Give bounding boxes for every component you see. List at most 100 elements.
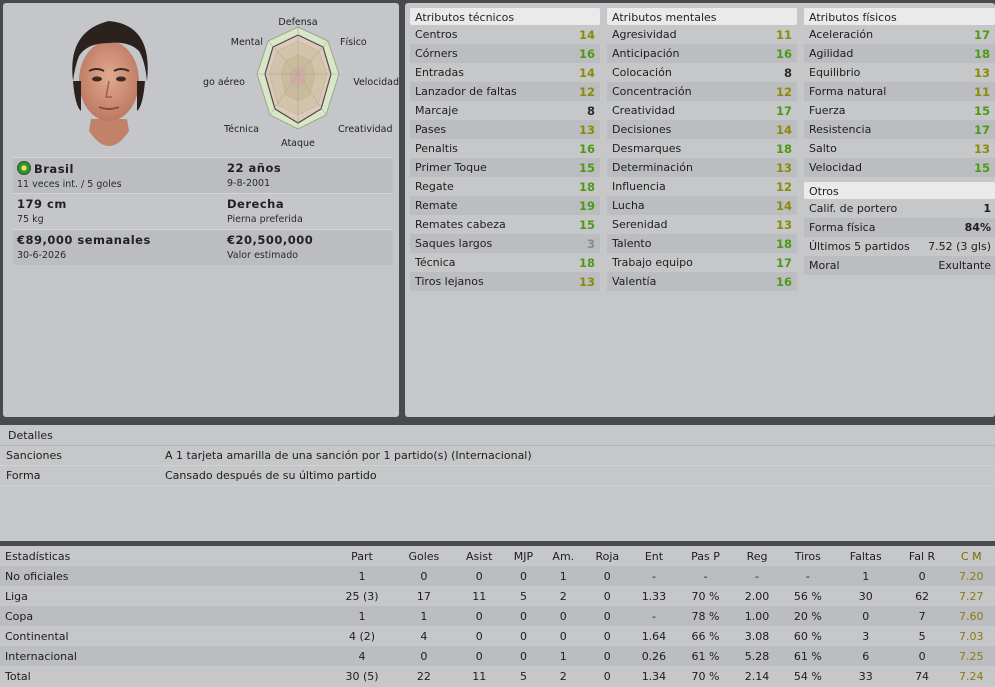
stats-cell: 33 [858, 669, 873, 683]
attribute-label: Concentración [612, 85, 692, 98]
attribute-row[interactable]: Anticipación 16 [607, 44, 797, 63]
stats-header-cell[interactable]: Asist [453, 546, 505, 566]
radar-label-mental: Mental [231, 37, 263, 48]
stats-header-cell[interactable]: Estadísticas [0, 546, 330, 566]
attribute-row[interactable]: Valentía 16 [607, 272, 797, 291]
stats-panel: Estadísticas Part Goles Asist MJP Am. Roja Ent P… [0, 546, 995, 687]
attribute-row[interactable]: Aceleración 17 [804, 25, 995, 44]
attribute-row[interactable]: Desmarques 18 [607, 139, 797, 158]
stats-header-cell[interactable]: Goles [394, 546, 454, 566]
attribute-row[interactable]: Primer Toque 15 [410, 158, 600, 177]
stats-header-cell[interactable]: C M [947, 546, 995, 566]
attribute-row[interactable]: Lanzador de faltas 12 [410, 82, 600, 101]
attribute-row[interactable]: Pases 13 [410, 120, 600, 139]
attribute-row[interactable]: Remates cabeza 15 [410, 215, 600, 234]
attribute-row[interactable]: Entradas 14 [410, 63, 600, 82]
attribute-row[interactable]: Centros 14 [410, 25, 600, 44]
stats-cell: 0 [504, 566, 543, 586]
stats-header-cell[interactable]: MJP [504, 546, 543, 566]
attribute-row[interactable]: Concentración 12 [607, 82, 797, 101]
attribute-row[interactable]: Salto 13 [804, 139, 995, 158]
attribute-value: 17 [973, 122, 990, 137]
stats-cell: 0 [504, 646, 543, 666]
attribute-label: Equilibrio [809, 66, 861, 79]
attribute-row[interactable]: Técnica 18 [410, 253, 600, 272]
stats-cell: 5 [519, 669, 527, 683]
attribute-row[interactable]: Remate 19 [410, 196, 600, 215]
attribute-value: 13 [775, 160, 792, 175]
stats-cell: 7.24 [958, 669, 984, 683]
attribute-label: Córners [415, 47, 458, 60]
stats-header-cell[interactable]: Fal R [896, 546, 948, 566]
attribute-label: Agresividad [612, 28, 677, 41]
stats-cell: 7.27 [958, 589, 984, 603]
stats-header-cell[interactable]: Am. [542, 546, 585, 566]
attribute-value: 13 [578, 274, 595, 289]
preferred-foot: Derecha [227, 197, 285, 211]
attribute-row[interactable]: Marcaje 8 [410, 101, 600, 120]
stats-header-cell[interactable]: Pas P [677, 546, 734, 566]
attribute-row[interactable]: Serenidad 13 [607, 215, 797, 234]
attribute-value: 18 [775, 236, 792, 251]
stats-cell: 1 [542, 646, 585, 666]
attribute-row[interactable]: Equilibrio 13 [804, 63, 995, 82]
attribute-row[interactable]: Regate 18 [410, 177, 600, 196]
stats-cell: 0 [504, 606, 543, 626]
stats-header-cell[interactable]: Tiros [780, 546, 835, 566]
stats-header-cell[interactable]: Part [330, 546, 395, 566]
stats-header-cell[interactable]: Faltas [834, 546, 897, 566]
stats-header-cell[interactable]: Roja [584, 546, 631, 566]
stats-cell: 0 [394, 646, 454, 666]
stats-cell: 11 [472, 669, 487, 683]
attribute-row[interactable]: Lucha 14 [607, 196, 797, 215]
attribute-label: Pases [415, 123, 447, 136]
attribute-label: Creatividad [612, 104, 676, 117]
stats-cell: - [780, 566, 835, 586]
attribute-row[interactable]: Determinación 13 [607, 158, 797, 177]
attribute-value: 14 [775, 122, 792, 137]
technical-attributes-list: Centros 14 Córners 16 Entradas 14 Lanzador de … [410, 25, 600, 291]
attribute-row[interactable]: Influencia 12 [607, 177, 797, 196]
physical-attributes-list: Aceleración 17 Agilidad 18 Equilibrio 13 Forma… [804, 25, 995, 177]
nationality[interactable]: Brasil [34, 162, 74, 176]
attribute-row[interactable]: Velocidad 15 [804, 158, 995, 177]
attribute-row[interactable]: Córners 16 [410, 44, 600, 63]
otros-row: Últimos 5 partidos 7.52 (3 gls) [804, 237, 995, 256]
attribute-row[interactable]: Agresividad 11 [607, 25, 797, 44]
attribute-row[interactable]: Forma natural 11 [804, 82, 995, 101]
stats-row: Continental 4 (2) 4 0 0 0 0 1.64 66 % 3.08 60 % 3 5 7… [0, 626, 995, 646]
stats-header-cell[interactable]: Ent [630, 546, 678, 566]
stats-cell: 2 [559, 669, 567, 683]
stats-cell: 54 % [793, 669, 822, 683]
stats-cell: 7 [896, 606, 948, 626]
attribute-row[interactable]: Creatividad 17 [607, 101, 797, 120]
attribute-row[interactable]: Resistencia 17 [804, 120, 995, 139]
stats-cell: 0 [584, 646, 631, 666]
attribute-row[interactable]: Penaltis 16 [410, 139, 600, 158]
radar-label-fisico: Físico [340, 37, 367, 48]
stats-cell: 7.60 [947, 606, 995, 626]
attribute-value: 15 [973, 103, 990, 118]
attribute-value: 16 [775, 46, 792, 61]
stats-cell: 2.00 [744, 589, 770, 603]
brazil-flag-icon [17, 161, 31, 175]
attribute-row[interactable]: Saques largos 3 [410, 234, 600, 253]
otros-value: Exultante [938, 259, 991, 272]
attribute-row[interactable]: Talento 18 [607, 234, 797, 253]
attribute-row[interactable]: Agilidad 18 [804, 44, 995, 63]
attribute-row[interactable]: Tiros lejanos 13 [410, 272, 600, 291]
stats-cell: 3.08 [744, 629, 770, 643]
attribute-row[interactable]: Trabajo equipo 17 [607, 253, 797, 272]
detalles-row-sanciones: Sanciones A 1 tarjeta amarilla de una sa… [0, 446, 995, 466]
attribute-label: Talento [612, 237, 652, 250]
attribute-row[interactable]: Decisiones 14 [607, 120, 797, 139]
stats-cell: 0 [896, 646, 948, 666]
attribute-row[interactable]: Fuerza 15 [804, 101, 995, 120]
stats-cell: 56 % [793, 589, 822, 603]
attribute-label: Serenidad [612, 218, 668, 231]
stats-cell: 78 % [677, 606, 734, 626]
stats-header-cell[interactable]: Reg [733, 546, 781, 566]
attribute-row[interactable]: Colocación 8 [607, 63, 797, 82]
stats-cell: 70 % [691, 589, 720, 603]
attribute-value: 18 [973, 46, 990, 61]
